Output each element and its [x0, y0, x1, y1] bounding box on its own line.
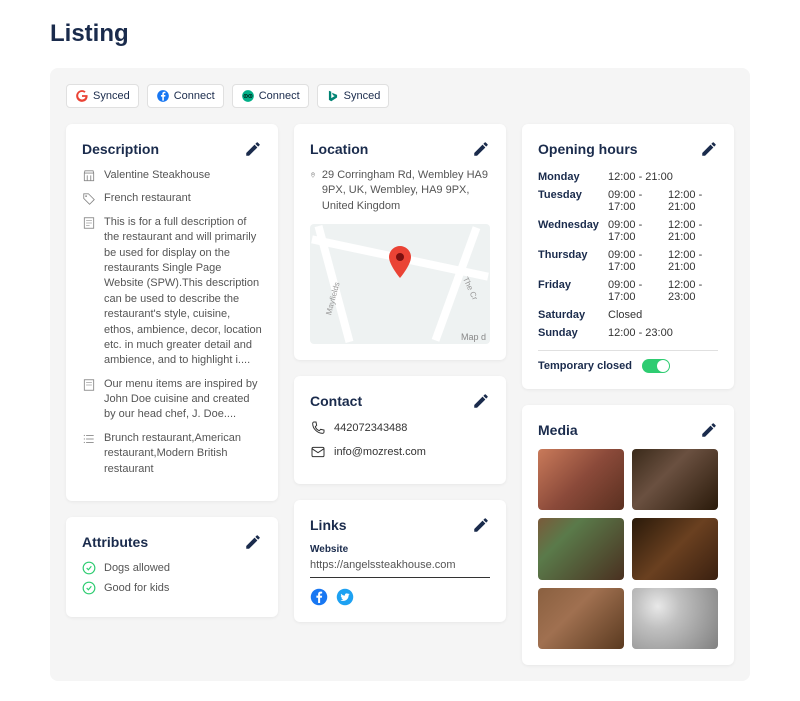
hours-row: Monday12:00 - 21:00 — [538, 168, 718, 186]
check-circle-icon — [82, 561, 96, 575]
hours-day: Tuesday — [538, 189, 608, 213]
google-icon — [75, 89, 89, 103]
email-icon — [310, 444, 326, 460]
check-circle-icon — [82, 581, 96, 595]
sync-facebook[interactable]: Connect — [147, 84, 224, 108]
temp-closed-toggle[interactable] — [642, 359, 670, 373]
website-label: Website — [310, 544, 490, 555]
sync-bing[interactable]: Synced — [317, 84, 390, 108]
sync-google[interactable]: Synced — [66, 84, 139, 108]
hours-time: 09:00 - 17:0012:00 - 21:00 — [608, 219, 718, 243]
address-text: 29 Corringham Rd, Wembley HA9 9PX, UK, W… — [322, 168, 490, 214]
bing-icon — [326, 89, 340, 103]
map[interactable]: Mayfields The Cr Map d — [310, 224, 490, 344]
hours-row: Wednesday09:00 - 17:0012:00 - 21:00 — [538, 216, 718, 246]
edit-icon[interactable] — [244, 140, 262, 158]
tripadvisor-icon — [241, 89, 255, 103]
hours-row: Sunday12:00 - 23:00 — [538, 324, 718, 342]
sync-bing-label: Synced — [344, 90, 381, 102]
hours-time: 12:00 - 21:00 — [608, 171, 718, 183]
map-attrib: Map d — [461, 332, 486, 342]
sync-tripadvisor[interactable]: Connect — [232, 84, 309, 108]
hours-time: 09:00 - 17:0012:00 - 23:00 — [608, 279, 718, 303]
hours-time: 09:00 - 17:0012:00 - 21:00 — [608, 189, 718, 213]
media-thumbnail[interactable] — [632, 518, 718, 579]
facebook-icon — [156, 89, 170, 103]
hours-day: Wednesday — [538, 219, 608, 243]
hours-day: Saturday — [538, 309, 608, 321]
page-title: Listing — [50, 20, 750, 48]
hours-day: Monday — [538, 171, 608, 183]
edit-icon[interactable] — [700, 421, 718, 439]
hours-time: 09:00 - 17:0012:00 - 21:00 — [608, 249, 718, 273]
pin-icon — [310, 168, 316, 182]
hours-table: Monday12:00 - 21:00Tuesday09:00 - 17:001… — [538, 168, 718, 342]
contact-card: Contact 442072343488 info@mozrest.com — [294, 376, 506, 484]
description-card: Description Valentine Steakhouse French … — [66, 124, 278, 501]
edit-icon[interactable] — [472, 516, 490, 534]
hours-row: Tuesday09:00 - 17:0012:00 - 21:00 — [538, 186, 718, 216]
doc-icon — [82, 216, 96, 230]
media-thumbnail[interactable] — [538, 518, 624, 579]
website-url: https://angelssteakhouse.com — [310, 559, 490, 578]
attribute-item: Good for kids — [104, 582, 169, 594]
hours-day: Thursday — [538, 249, 608, 273]
hours-day: Friday — [538, 279, 608, 303]
location-title: Location — [310, 141, 368, 157]
media-card: Media — [522, 405, 734, 665]
sync-tripadvisor-label: Connect — [259, 90, 300, 102]
list-icon — [82, 432, 96, 446]
phone-number: 442072343488 — [334, 422, 407, 434]
media-title: Media — [538, 422, 578, 438]
long-description: This is for a full description of the re… — [104, 215, 262, 369]
edit-icon[interactable] — [472, 140, 490, 158]
location-card: Location 29 Corringham Rd, Wembley HA9 9… — [294, 124, 506, 360]
restaurant-tags: Brunch restaurant,American restaurant,Mo… — [104, 431, 262, 477]
hours-card: Opening hours Monday12:00 - 21:00Tuesday… — [522, 124, 734, 389]
hours-row: Friday09:00 - 17:0012:00 - 23:00 — [538, 276, 718, 306]
sync-google-label: Synced — [93, 90, 130, 102]
sync-facebook-label: Connect — [174, 90, 215, 102]
edit-icon[interactable] — [472, 392, 490, 410]
attributes-card: Attributes Dogs allowed Good for kids — [66, 517, 278, 617]
hours-row: SaturdayClosed — [538, 306, 718, 324]
edit-icon[interactable] — [244, 533, 262, 551]
store-icon — [82, 169, 96, 183]
listing-container: Synced Connect Connect Synced Descriptio… — [50, 68, 750, 681]
cuisine-type: French restaurant — [104, 191, 191, 206]
links-card: Links Website https://angelssteakhouse.c… — [294, 500, 506, 622]
temp-closed-label: Temporary closed — [538, 360, 632, 372]
menu-description: Our menu items are inspired by John Doe … — [104, 377, 262, 423]
links-title: Links — [310, 517, 347, 533]
street-label: The Cr — [461, 276, 479, 302]
hours-time: Closed — [608, 309, 718, 321]
email-address: info@mozrest.com — [334, 446, 426, 458]
hours-row: Thursday09:00 - 17:0012:00 - 21:00 — [538, 246, 718, 276]
tag-icon — [82, 192, 96, 206]
map-pin-icon — [388, 246, 412, 278]
restaurant-name: Valentine Steakhouse — [104, 168, 210, 183]
twitter-link-icon[interactable] — [336, 588, 354, 606]
attribute-item: Dogs allowed — [104, 562, 170, 574]
contact-title: Contact — [310, 393, 362, 409]
description-title: Description — [82, 141, 159, 157]
media-thumbnail[interactable] — [538, 449, 624, 510]
attributes-title: Attributes — [82, 534, 148, 550]
facebook-link-icon[interactable] — [310, 588, 328, 606]
phone-icon — [310, 420, 326, 436]
hours-title: Opening hours — [538, 141, 638, 157]
media-thumbnail[interactable] — [632, 449, 718, 510]
sync-bar: Synced Connect Connect Synced — [66, 84, 734, 108]
edit-icon[interactable] — [700, 140, 718, 158]
hours-time: 12:00 - 23:00 — [608, 327, 718, 339]
hours-day: Sunday — [538, 327, 608, 339]
doc-icon — [82, 378, 96, 392]
